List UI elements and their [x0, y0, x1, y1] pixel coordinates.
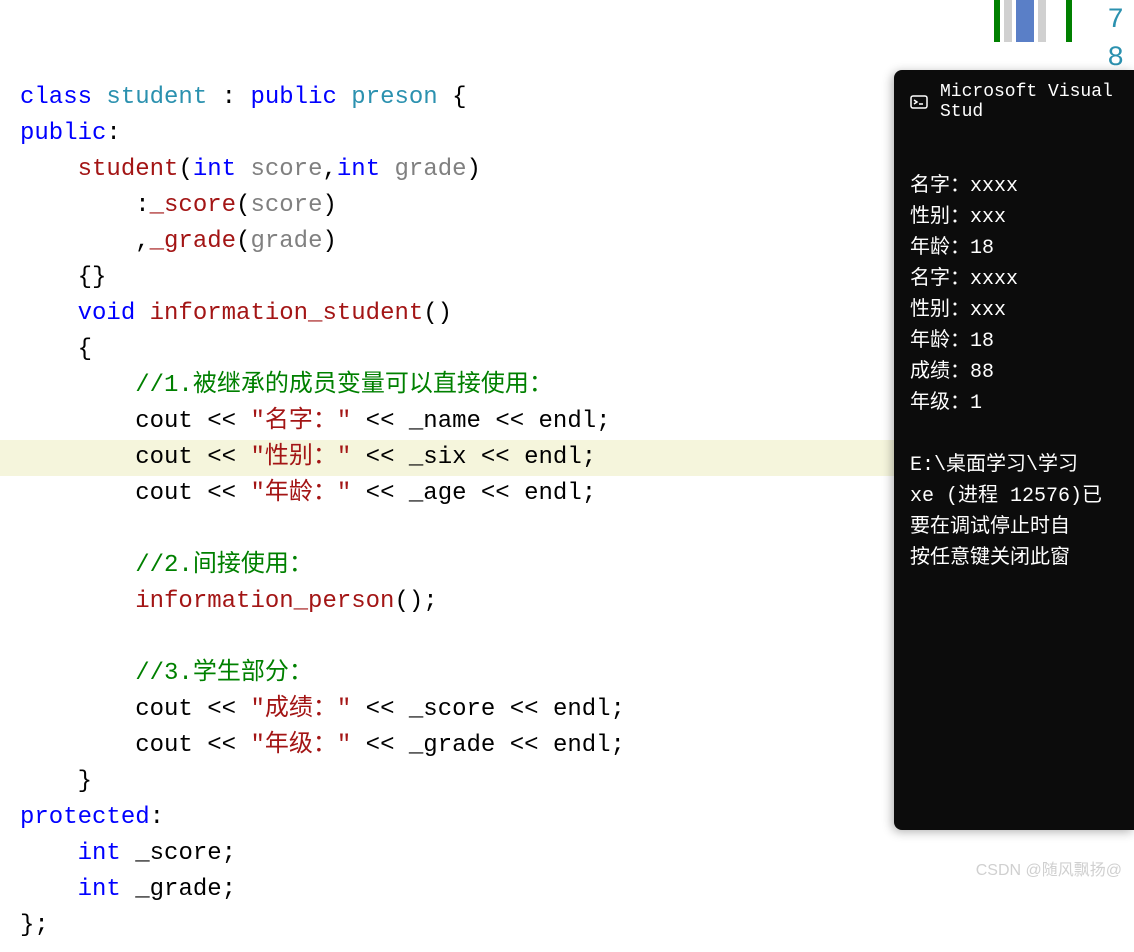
param-score: score [250, 192, 322, 219]
id-grade: _grade [135, 876, 221, 903]
init-grade: _grade [150, 228, 236, 255]
op-stream: << [510, 696, 539, 723]
param-grade: grade [395, 156, 467, 183]
comment-1: //1.被继承的成员变量可以直接使用： [135, 372, 553, 399]
id-six: _six [409, 444, 467, 471]
keyword-public: public [250, 84, 336, 111]
output-line: 按任意键关闭此窗 [910, 547, 1070, 570]
str-score: "成绩：" [250, 696, 351, 723]
id-cout: cout [135, 696, 193, 723]
id-score: _score [409, 696, 495, 723]
op-stream: << [510, 732, 539, 759]
keyword-class: class [20, 84, 92, 111]
keyword-protected: protected [20, 804, 150, 831]
terminal-title: Microsoft Visual Stud [940, 82, 1118, 122]
type-preson: preson [351, 84, 437, 111]
output-line: 年龄：18 [910, 330, 994, 353]
terminal-titlebar[interactable]: Microsoft Visual Stud [894, 70, 1134, 134]
str-name: "名字：" [250, 408, 351, 435]
id-cout: cout [135, 480, 193, 507]
param-score: score [250, 156, 322, 183]
id-grade: _grade [409, 732, 495, 759]
ctor-student: student [78, 156, 179, 183]
comment-2: //2.间接使用： [135, 552, 313, 579]
str-sex: "性别：" [250, 444, 351, 471]
op-stream: << [207, 444, 236, 471]
keyword-int: int [78, 876, 121, 903]
op-stream: << [207, 408, 236, 435]
op-stream: << [207, 696, 236, 723]
output-line: 名字：xxxx [910, 175, 1018, 198]
id-endl: endl [553, 732, 611, 759]
id-endl: endl [524, 480, 582, 507]
id-name: _name [409, 408, 481, 435]
op-stream: << [481, 480, 510, 507]
watermark: CSDN @随风飘扬@ [976, 856, 1122, 880]
id-score: _score [135, 840, 221, 867]
output-line: 性别：xxx [910, 206, 1006, 229]
method-info-student: information_student [150, 300, 424, 327]
op-stream: << [366, 480, 395, 507]
op-stream: << [366, 444, 395, 471]
output-line: xe (进程 12576)已 [910, 485, 1102, 508]
id-endl: endl [524, 444, 582, 471]
terminal-icon [910, 92, 928, 112]
method-info-person: information_person [135, 588, 394, 615]
type-student: student [106, 84, 207, 111]
init-score: _score [150, 192, 236, 219]
keyword-int: int [337, 156, 380, 183]
id-endl: endl [539, 408, 597, 435]
id-age: _age [409, 480, 467, 507]
terminal-window[interactable]: Microsoft Visual Stud 名字：xxxx 性别：xxx 年龄：… [894, 70, 1134, 830]
op-stream: << [366, 732, 395, 759]
op-stream: << [366, 408, 395, 435]
str-grade: "年级：" [250, 732, 351, 759]
id-cout: cout [135, 732, 193, 759]
output-line: 年龄：18 [910, 237, 994, 260]
id-cout: cout [135, 408, 193, 435]
keyword-int: int [78, 840, 121, 867]
op-stream: << [207, 732, 236, 759]
output-line: 成绩：88 [910, 361, 994, 384]
op-stream: << [366, 696, 395, 723]
terminal-output: 名字：xxxx 性别：xxx 年龄：18 名字：xxxx 性别：xxx 年龄：1… [894, 134, 1134, 611]
param-grade: grade [250, 228, 322, 255]
output-line: 年级：1 [910, 392, 982, 415]
op-stream: << [495, 408, 524, 435]
output-line: 要在调试停止时自 [910, 516, 1070, 539]
id-endl: endl [553, 696, 611, 723]
keyword-int: int [193, 156, 236, 183]
id-cout: cout [135, 444, 193, 471]
op-stream: << [481, 444, 510, 471]
keyword-void: void [78, 300, 136, 327]
op-stream: << [207, 480, 236, 507]
output-line: E:\桌面学习\学习 [910, 454, 1078, 477]
keyword-public: public [20, 120, 106, 147]
output-line: 性别：xxx [910, 299, 1006, 322]
comment-3: //3.学生部分： [135, 660, 313, 687]
output-line: 名字：xxxx [910, 268, 1018, 291]
str-age: "年龄：" [250, 480, 351, 507]
